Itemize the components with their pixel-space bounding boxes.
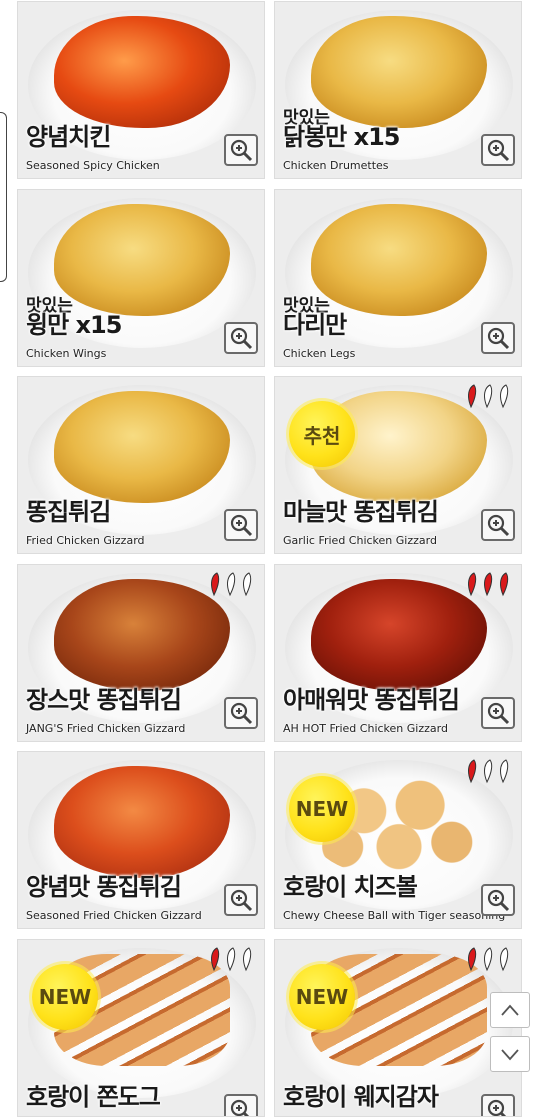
chili-pepper-icon — [483, 384, 493, 409]
menu-card-tiger-cheese-ball[interactable]: NEW 호랑이 치즈볼 Chewy Cheese Ball with Tiger… — [274, 751, 522, 929]
zoom-in-icon[interactable] — [224, 134, 258, 166]
menu-name-ko: 양념맛 똥집튀김 — [26, 873, 182, 901]
food-image — [54, 579, 230, 691]
menu-name-ko: 윙만 x15 — [26, 311, 122, 339]
spice-level-indicator — [464, 758, 511, 784]
food-image — [54, 204, 230, 316]
menu-card-garlic-fried-chicken-gizzard[interactable]: 추천 마늘맛 똥집튀김 Garlic Fried Chicken Gizzard — [274, 376, 522, 554]
chili-pepper-icon — [483, 947, 493, 972]
new-badge: NEW — [289, 776, 355, 842]
menu-name-en: JANG'S Fried Chicken Gizzard — [26, 722, 186, 735]
menu-name-en: Garlic Fried Chicken Gizzard — [283, 534, 437, 547]
chevron-up-icon — [501, 1004, 519, 1016]
new-badge: NEW — [289, 964, 355, 1030]
chili-pepper-icon — [499, 572, 509, 597]
spice-level-indicator — [207, 571, 254, 597]
chili-pepper-icon — [499, 759, 509, 784]
zoom-in-icon[interactable] — [481, 1094, 515, 1116]
zoom-in-icon[interactable] — [224, 1094, 258, 1116]
food-image — [311, 579, 487, 691]
chili-pepper-icon — [467, 384, 477, 409]
menu-card-fried-chicken-gizzard[interactable]: 똥집튀김 Fried Chicken Gizzard — [17, 376, 265, 554]
chili-pepper-icon — [467, 759, 477, 784]
chili-pepper-icon — [483, 759, 493, 784]
menu-card-tiger-corn-dog[interactable]: NEW 호랑이 쫀도그 — [17, 939, 265, 1117]
menu-name-ko: 다리만 — [283, 311, 347, 339]
menu-name-ko: 호랑이 쫀도그 — [26, 1083, 161, 1111]
chevron-down-icon — [501, 1049, 519, 1061]
menu-card-tiger-wedge-potato[interactable]: NEW 호랑이 웨지감자 — [274, 939, 522, 1117]
spice-level-indicator — [464, 571, 511, 597]
menu-name-ko: 닭봉만 x15 — [283, 123, 400, 151]
menu-card-chicken-wings[interactable]: 맛있는 윙만 x15 Chicken Wings — [17, 189, 265, 367]
zoom-in-icon[interactable] — [224, 322, 258, 354]
menu-name-ko: 호랑이 웨지감자 — [283, 1083, 439, 1111]
menu-name-en: Chicken Legs — [283, 347, 356, 360]
food-image — [311, 204, 487, 316]
chili-pepper-icon — [210, 947, 220, 972]
spice-level-indicator — [207, 946, 254, 972]
food-image — [311, 16, 487, 128]
recommend-badge: 추천 — [289, 401, 355, 467]
food-image — [54, 391, 230, 503]
menu-name-en: Fried Chicken Gizzard — [26, 534, 145, 547]
zoom-in-icon[interactable] — [481, 322, 515, 354]
menu-name-en: Chicken Wings — [26, 347, 107, 360]
menu-name-ko: 양념치킨 — [26, 123, 111, 151]
chili-pepper-icon — [242, 947, 252, 972]
menu-name-ko: 호랑이 치즈볼 — [283, 873, 418, 901]
menu-grid: 양념치킨 Seasoned Spicy Chicken 맛있는 닭봉만 x15 … — [0, 0, 540, 1117]
zoom-in-icon[interactable] — [224, 509, 258, 541]
new-badge: NEW — [32, 964, 98, 1030]
chili-pepper-icon — [467, 947, 477, 972]
zoom-in-icon[interactable] — [481, 884, 515, 916]
menu-name-en: Chewy Cheese Ball with Tiger seasoning — [283, 909, 506, 922]
menu-name-ko: 똥집튀김 — [26, 498, 111, 526]
menu-card-ah-hot-fried-chicken-gizzard[interactable]: 아매워맛 똥집튀김 AH HOT Fried Chicken Gizzard — [274, 564, 522, 742]
chili-pepper-icon — [467, 572, 477, 597]
chili-pepper-icon — [226, 572, 236, 597]
zoom-in-icon[interactable] — [481, 134, 515, 166]
menu-name-ko: 장스맛 똥집튀김 — [26, 686, 182, 714]
zoom-in-icon[interactable] — [224, 697, 258, 729]
menu-card-chicken-legs[interactable]: 맛있는 다리만 Chicken Legs — [274, 189, 522, 367]
menu-name-ko: 아매워맛 똥집튀김 — [283, 686, 460, 714]
menu-card-jangs-fried-chicken-gizzard[interactable]: 장스맛 똥집튀김 JANG'S Fried Chicken Gizzard — [17, 564, 265, 742]
scroll-up-button[interactable] — [490, 992, 530, 1028]
zoom-in-icon[interactable] — [481, 509, 515, 541]
menu-name-en: Seasoned Fried Chicken Gizzard — [26, 909, 202, 922]
menu-name-en: Chicken Drumettes — [283, 159, 389, 172]
spice-level-indicator — [464, 946, 511, 972]
menu-name-en: AH HOT Fried Chicken Gizzard — [283, 722, 448, 735]
chili-pepper-icon — [242, 572, 252, 597]
chili-pepper-icon — [499, 384, 509, 409]
side-drawer-tab[interactable] — [0, 112, 7, 282]
chili-pepper-icon — [210, 572, 220, 597]
spice-level-indicator — [464, 383, 511, 409]
zoom-in-icon[interactable] — [481, 697, 515, 729]
chili-pepper-icon — [483, 572, 493, 597]
scroll-down-button[interactable] — [490, 1036, 530, 1072]
chili-pepper-icon — [226, 947, 236, 972]
menu-name-ko: 마늘맛 똥집튀김 — [283, 498, 439, 526]
menu-card-chicken-drumettes[interactable]: 맛있는 닭봉만 x15 Chicken Drumettes — [274, 1, 522, 179]
chili-pepper-icon — [499, 947, 509, 972]
menu-card-seasoned-spicy-chicken[interactable]: 양념치킨 Seasoned Spicy Chicken — [17, 1, 265, 179]
food-image — [54, 766, 230, 878]
zoom-in-icon[interactable] — [224, 884, 258, 916]
menu-name-en: Seasoned Spicy Chicken — [26, 159, 160, 172]
menu-card-seasoned-fried-chicken-gizzard[interactable]: 양념맛 똥집튀김 Seasoned Fried Chicken Gizzard — [17, 751, 265, 929]
food-image — [54, 16, 230, 128]
